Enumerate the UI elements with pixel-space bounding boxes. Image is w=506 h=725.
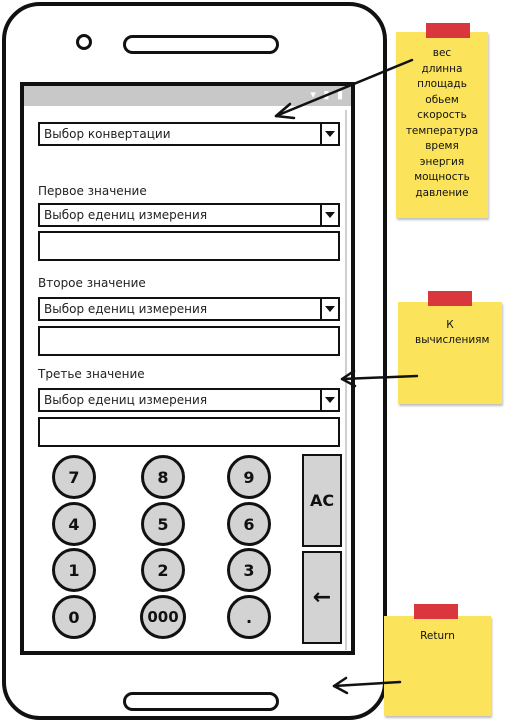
arrow-to-home xyxy=(332,680,402,688)
arrow-to-conversion xyxy=(274,58,414,118)
arrow-to-third-select xyxy=(340,374,419,381)
annotation-arrows xyxy=(274,58,419,695)
